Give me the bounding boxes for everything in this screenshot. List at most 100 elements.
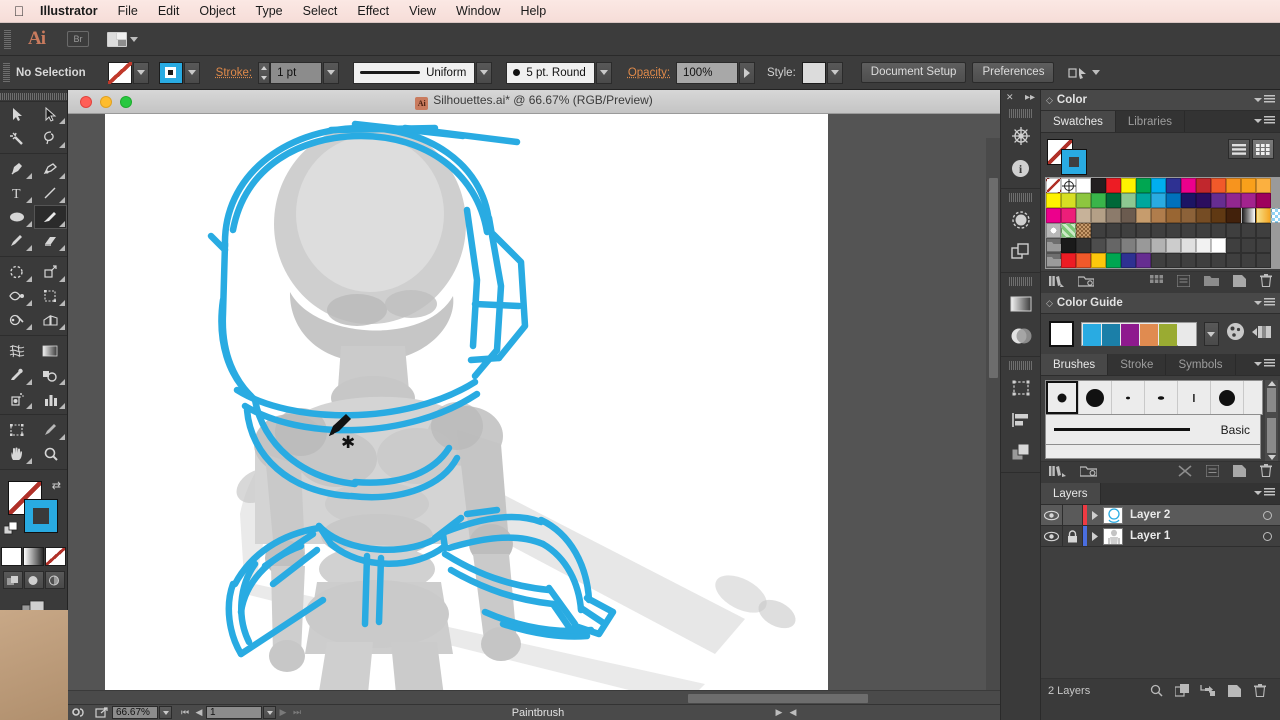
pen-tool[interactable] <box>0 157 34 181</box>
tab-swatches[interactable]: Swatches <box>1041 111 1116 132</box>
brush-definition-dropdown[interactable] <box>596 62 612 84</box>
chevron-down-icon[interactable] <box>1092 70 1100 75</box>
gradient-button[interactable] <box>23 547 44 566</box>
swatch-cell[interactable] <box>1106 253 1121 268</box>
gradient-tool[interactable] <box>34 339 68 363</box>
swatch-cell[interactable] <box>1226 193 1241 208</box>
swatch-options-icon[interactable] <box>1177 274 1190 292</box>
swatch-cell[interactable] <box>1181 223 1196 238</box>
draw-behind-button[interactable] <box>24 571 44 589</box>
stroke-profile-dropdown[interactable] <box>476 62 492 84</box>
color-guide-panel-header[interactable]: ◇ Color Guide <box>1041 293 1280 314</box>
brushes-scrollbar[interactable] <box>1265 380 1278 415</box>
color-button[interactable] <box>1 547 22 566</box>
swatch-cell[interactable] <box>1136 238 1151 253</box>
menu-item-view[interactable]: View <box>399 2 446 20</box>
fill-color-swatch[interactable] <box>108 62 132 84</box>
menu-item-edit[interactable]: Edit <box>148 2 190 20</box>
make-clipping-mask-icon[interactable] <box>1169 684 1195 697</box>
swatch-cell[interactable] <box>1256 208 1271 223</box>
swatch-cell[interactable] <box>1166 208 1181 223</box>
dock-group-grip[interactable] <box>1009 193 1032 202</box>
preferences-icon[interactable] <box>68 707 90 718</box>
dock-group-grip[interactable] <box>1009 361 1032 370</box>
harmony-color-swatch[interactable] <box>1102 324 1120 346</box>
tab-brushes[interactable]: Brushes <box>1041 354 1108 375</box>
grid-view-icon[interactable] <box>1252 139 1274 159</box>
layer-name-label[interactable]: Layer 2 <box>1130 509 1254 521</box>
tools-panel-grip[interactable] <box>0 90 67 102</box>
swatch-cell[interactable] <box>1211 208 1226 223</box>
color-group-folder[interactable] <box>1046 253 1061 268</box>
swatch-cell[interactable] <box>1046 193 1061 208</box>
swatch-cell[interactable] <box>1121 223 1136 238</box>
swatch-cell[interactable] <box>1166 193 1181 208</box>
swatch-cell[interactable] <box>1196 238 1211 253</box>
swatch-cell[interactable] <box>1241 253 1256 268</box>
scroll-left-button[interactable]: ◀ <box>786 707 800 718</box>
layer-visibility-toggle[interactable] <box>1041 505 1063 525</box>
swatch-libraries-icon[interactable] <box>1049 274 1064 292</box>
menu-item-illustrator[interactable]: Illustrator <box>30 2 108 20</box>
adobe-stock-icon[interactable] <box>1001 120 1040 152</box>
bridge-button[interactable]: Br <box>67 31 89 47</box>
scrollbar-thumb[interactable] <box>1267 418 1276 453</box>
swatch-cell[interactable] <box>1256 253 1271 268</box>
direct-selection-tool[interactable] <box>34 102 68 126</box>
color-group-folder[interactable] <box>1046 238 1061 253</box>
new-brush-icon[interactable] <box>1233 464 1246 482</box>
stroke-weight-stepper[interactable] <box>258 62 270 84</box>
layer-row[interactable]: Layer 1 <box>1041 526 1280 547</box>
swatch-cell[interactable] <box>1106 238 1121 253</box>
slice-tool[interactable] <box>34 418 68 442</box>
swatch-cell[interactable] <box>1046 208 1061 223</box>
graphic-style-swatch[interactable] <box>802 62 826 84</box>
stroke-weight-dropdown[interactable] <box>323 62 339 84</box>
hand-tool[interactable] <box>0 442 34 466</box>
swatch-pattern[interactable] <box>1046 223 1061 238</box>
canvas-vertical-scrollbar[interactable] <box>986 138 1000 690</box>
menu-item-object[interactable]: Object <box>189 2 245 20</box>
zoom-button[interactable] <box>120 96 132 108</box>
swatch-cell[interactable] <box>1091 178 1106 193</box>
artboard-tool[interactable] <box>0 418 34 442</box>
swatch-cell[interactable] <box>1076 193 1091 208</box>
tab-stroke[interactable]: Stroke <box>1108 354 1166 375</box>
perspective-grid-tool[interactable] <box>34 308 68 332</box>
swatch-cell[interactable] <box>1181 193 1196 208</box>
swatch-cell[interactable] <box>1181 253 1196 268</box>
tab-symbols[interactable]: Symbols <box>1166 354 1235 375</box>
last-artboard-button[interactable]: ⏭ <box>290 707 304 718</box>
fill-color-dropdown[interactable] <box>133 62 149 84</box>
eraser-tool[interactable] <box>34 229 68 253</box>
swatch-cell[interactable] <box>1196 223 1211 238</box>
harmony-color-swatch[interactable] <box>1083 324 1101 346</box>
swatch-cell[interactable] <box>1196 208 1211 223</box>
swatch-cell[interactable] <box>1076 208 1091 223</box>
swatch-cell[interactable] <box>1151 223 1166 238</box>
swatch-cell[interactable] <box>1181 238 1196 253</box>
swatch-cell[interactable] <box>1241 193 1256 208</box>
color-panel-menu-button[interactable] <box>1254 95 1275 104</box>
show-libraries-icon[interactable] <box>1078 274 1094 292</box>
color-guide-menu-button[interactable] <box>1254 298 1275 307</box>
swatch-cell[interactable] <box>1136 223 1151 238</box>
swatch-cell[interactable] <box>1061 208 1076 223</box>
swatch-registration[interactable] <box>1061 178 1076 193</box>
panel-expand-icon[interactable]: ◇ <box>1046 298 1053 309</box>
brush-options-icon[interactable] <box>1206 464 1219 482</box>
swatch-cell[interactable] <box>1211 223 1226 238</box>
width-tool[interactable] <box>0 284 34 308</box>
swatch-cell[interactable] <box>1151 238 1166 253</box>
layer-expand-arrow[interactable] <box>1087 511 1103 520</box>
thin-line-brush[interactable] <box>1178 381 1211 414</box>
edit-colors-icon[interactable] <box>1226 322 1245 346</box>
first-artboard-button[interactable]: ⏮ <box>178 707 192 718</box>
menu-item-type[interactable]: Type <box>246 2 293 20</box>
fine-point-brush[interactable] <box>1112 381 1145 414</box>
document-info-icon[interactable]: i <box>1001 152 1040 184</box>
type-tool[interactable]: T <box>0 181 34 205</box>
delete-layer-icon[interactable] <box>1247 684 1273 697</box>
layer-expand-arrow[interactable] <box>1087 532 1103 541</box>
swatch-cell[interactable] <box>1241 238 1256 253</box>
